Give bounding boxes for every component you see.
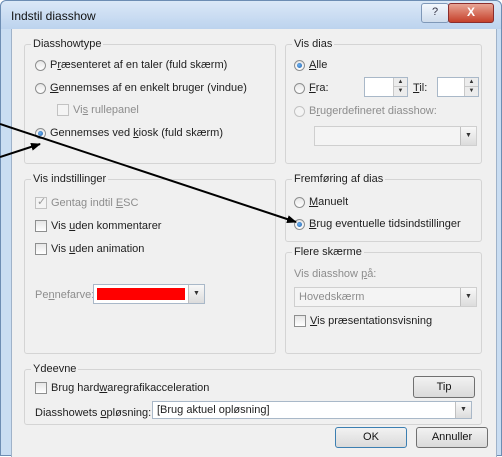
show-options-group: Vis indstillinger Gentag indtil ESC Vis … bbox=[24, 173, 276, 354]
show-on-label: Vis diasshow på: bbox=[294, 268, 377, 280]
to-spin-buttons[interactable]: ▲ ▼ bbox=[464, 78, 478, 96]
radio-kiosk-label: Gennemses ved kiosk (fuld skærm) bbox=[50, 127, 223, 139]
pen-color-picker[interactable]: ▼ bbox=[93, 284, 205, 304]
help-button[interactable]: ? bbox=[421, 3, 449, 23]
resolution-dropdown-value: [Brug aktuel opløsning] bbox=[157, 404, 270, 416]
dialog-client: Diasshowtype Præsenteret af en taler (fu… bbox=[11, 29, 497, 457]
check-presenter-view-box[interactable] bbox=[294, 315, 306, 327]
check-no-narration-box[interactable] bbox=[35, 220, 47, 232]
chevron-down-icon[interactable]: ▼ bbox=[460, 288, 476, 306]
custom-show-dropdown[interactable]: ▼ bbox=[314, 126, 477, 146]
radio-use-timings-label: Brug eventuelle tidsindstillinger bbox=[309, 218, 461, 230]
radio-individual-label: Gennemses af en enkelt bruger (vindue) bbox=[50, 82, 247, 94]
monitors-legend: Flere skærme bbox=[292, 246, 364, 258]
show-options-legend: Vis indstillinger bbox=[31, 173, 109, 185]
check-scrollbar-box[interactable] bbox=[57, 104, 69, 116]
radio-manual[interactable]: Manuelt bbox=[294, 196, 348, 208]
dialog-window: Indstil diasshow ? X Diasshowtype Præsen… bbox=[0, 0, 502, 457]
close-button[interactable]: X bbox=[448, 3, 494, 23]
radio-use-timings-indicator[interactable] bbox=[294, 218, 305, 230]
chevron-down-icon[interactable]: ▼ bbox=[455, 402, 471, 418]
pen-color-swatch bbox=[97, 288, 185, 300]
advance-legend: Fremføring af dias bbox=[292, 173, 386, 185]
chevron-down-icon[interactable]: ▼ bbox=[460, 127, 476, 145]
check-presenter-view-label: Vis præsentationsvisning bbox=[310, 315, 433, 327]
show-type-group: Diasshowtype Præsenteret af en taler (fu… bbox=[24, 38, 276, 164]
show-slides-legend: Vis dias bbox=[292, 38, 335, 50]
dialog-title: Indstil diasshow bbox=[11, 9, 96, 23]
to-spinbox[interactable]: ▲ ▼ bbox=[437, 77, 479, 97]
check-scrollbar[interactable]: Vis rullepanel bbox=[57, 104, 139, 116]
check-no-animation-box[interactable] bbox=[35, 243, 47, 255]
radio-custom-show[interactable]: Brugerdefineret diasshow: bbox=[294, 105, 437, 117]
check-no-animation[interactable]: Vis uden animation bbox=[35, 243, 144, 255]
radio-all-slides[interactable]: Alle bbox=[294, 59, 327, 71]
show-type-legend: Diasshowtype bbox=[31, 38, 104, 50]
resolution-dropdown[interactable]: [Brug aktuel opløsning] ▼ bbox=[152, 401, 472, 419]
check-hardware-acceleration[interactable]: Brug hardwaregrafikacceleration bbox=[35, 382, 209, 394]
chevron-down-icon[interactable]: ▼ bbox=[188, 285, 204, 303]
check-no-narration[interactable]: Vis uden kommentarer bbox=[35, 220, 161, 232]
radio-presenter-label: Præsenteret af en taler (fuld skærm) bbox=[50, 59, 228, 71]
title-bar[interactable]: Indstil diasshow ? X bbox=[1, 1, 501, 29]
multiple-monitors-group: Flere skærme Vis diasshow på: Hovedskærm… bbox=[285, 246, 482, 354]
monitor-dropdown[interactable]: Hovedskærm ▼ bbox=[294, 287, 477, 307]
check-hardware-label: Brug hardwaregrafikacceleration bbox=[51, 382, 210, 394]
radio-custom-indicator[interactable] bbox=[294, 105, 305, 117]
monitor-dropdown-value: Hovedskærm bbox=[299, 291, 365, 303]
radio-individual-indicator[interactable] bbox=[35, 82, 46, 94]
radio-from-label: Fra: bbox=[309, 82, 329, 94]
radio-kiosk-indicator[interactable] bbox=[35, 127, 46, 139]
check-no-narration-label: Vis uden kommentarer bbox=[51, 220, 162, 232]
radio-all-label: Alle bbox=[309, 59, 328, 71]
cancel-button[interactable]: Annuller bbox=[416, 427, 488, 448]
radio-presenter[interactable]: Præsenteret af en taler (fuld skærm) bbox=[35, 59, 227, 71]
show-slides-group: Vis dias Alle Fra: ▲ ▼ Til: ▲ ▼ Brugerdefi… bbox=[285, 38, 482, 164]
performance-legend: Ydeevne bbox=[31, 363, 79, 375]
check-no-animation-label: Vis uden animation bbox=[51, 243, 145, 255]
check-loop-box[interactable] bbox=[35, 195, 47, 209]
resolution-label: Diasshowets opløsning: bbox=[35, 407, 152, 419]
radio-manual-indicator[interactable] bbox=[294, 196, 305, 208]
radio-from-indicator[interactable] bbox=[294, 82, 305, 94]
check-scrollbar-label: Vis rullepanel bbox=[73, 104, 139, 116]
radio-presenter-indicator[interactable] bbox=[35, 59, 46, 71]
radio-use-timings[interactable]: Brug eventuelle tidsindstillinger bbox=[294, 218, 461, 230]
radio-from[interactable]: Fra: bbox=[294, 82, 329, 94]
radio-individual[interactable]: Gennemses af en enkelt bruger (vindue) bbox=[35, 82, 247, 94]
from-spin-buttons[interactable]: ▲ ▼ bbox=[393, 78, 407, 96]
check-loop[interactable]: Gentag indtil ESC bbox=[35, 195, 139, 209]
radio-kiosk[interactable]: Gennemses ved kiosk (fuld skærm) bbox=[35, 127, 223, 139]
pen-color-label: Pennefarve: bbox=[35, 289, 95, 301]
check-presenter-view[interactable]: Vis præsentationsvisning bbox=[294, 315, 432, 327]
ok-button[interactable]: OK bbox=[335, 427, 407, 448]
to-label: Til: bbox=[413, 82, 428, 94]
check-loop-label: Gentag indtil ESC bbox=[51, 197, 139, 209]
radio-all-indicator[interactable] bbox=[294, 59, 305, 71]
radio-manual-label: Manuelt bbox=[309, 196, 349, 208]
radio-custom-label: Brugerdefineret diasshow: bbox=[309, 105, 437, 117]
advance-slides-group: Fremføring af dias Manuelt Brug eventuel… bbox=[285, 173, 482, 242]
tip-button[interactable]: Tip bbox=[413, 376, 475, 398]
check-hardware-box[interactable] bbox=[35, 382, 47, 394]
from-spinbox[interactable]: ▲ ▼ bbox=[364, 77, 408, 97]
